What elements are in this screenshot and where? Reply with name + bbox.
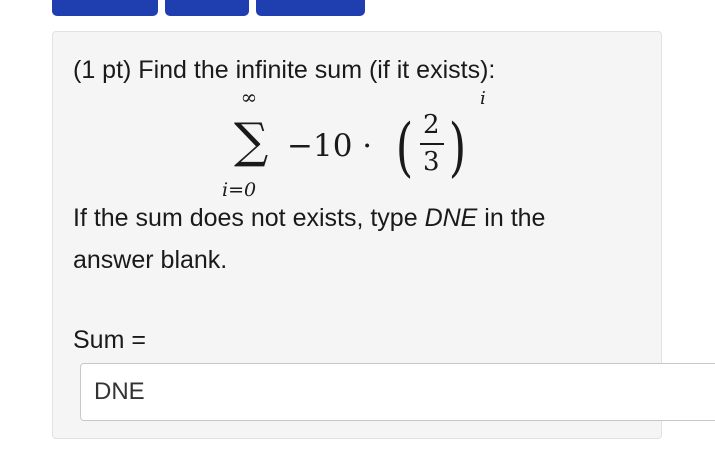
- sum-label: Sum =: [73, 326, 146, 354]
- instruction-text-1: If the sum does not exists, type DNE in …: [73, 204, 546, 232]
- sum-lower-limit: i=0: [222, 179, 257, 201]
- nav-tab-2[interactable]: [165, 0, 249, 16]
- exponent: i: [480, 88, 486, 109]
- nav-tab-3[interactable]: [256, 0, 365, 16]
- sigma-symbol: ∑: [234, 113, 269, 169]
- fraction-denominator: 3: [423, 147, 440, 177]
- sum-upper-limit: ∞: [240, 85, 258, 109]
- answer-input[interactable]: DNE: [80, 363, 715, 421]
- nav-tab-1[interactable]: [52, 0, 158, 16]
- left-parenthesis: (: [395, 111, 414, 185]
- fraction-numerator: 2: [423, 110, 440, 140]
- top-nav-bar: [52, 0, 365, 16]
- problem-panel: (1 pt) Find the infinite sum (if it exis…: [52, 31, 715, 439]
- infinite-sum-expression: ∞ ∑ i=0 −10 · ( 2 3 ) i: [53, 32, 663, 202]
- right-parenthesis: ): [448, 111, 467, 185]
- sum-coefficient: −10 ·: [287, 128, 373, 164]
- instruction-line-1: If the sum does not exists, type DNE in …: [73, 204, 545, 233]
- instruction-line-2: answer blank.: [73, 246, 228, 274]
- fraction-bar: [420, 143, 444, 145]
